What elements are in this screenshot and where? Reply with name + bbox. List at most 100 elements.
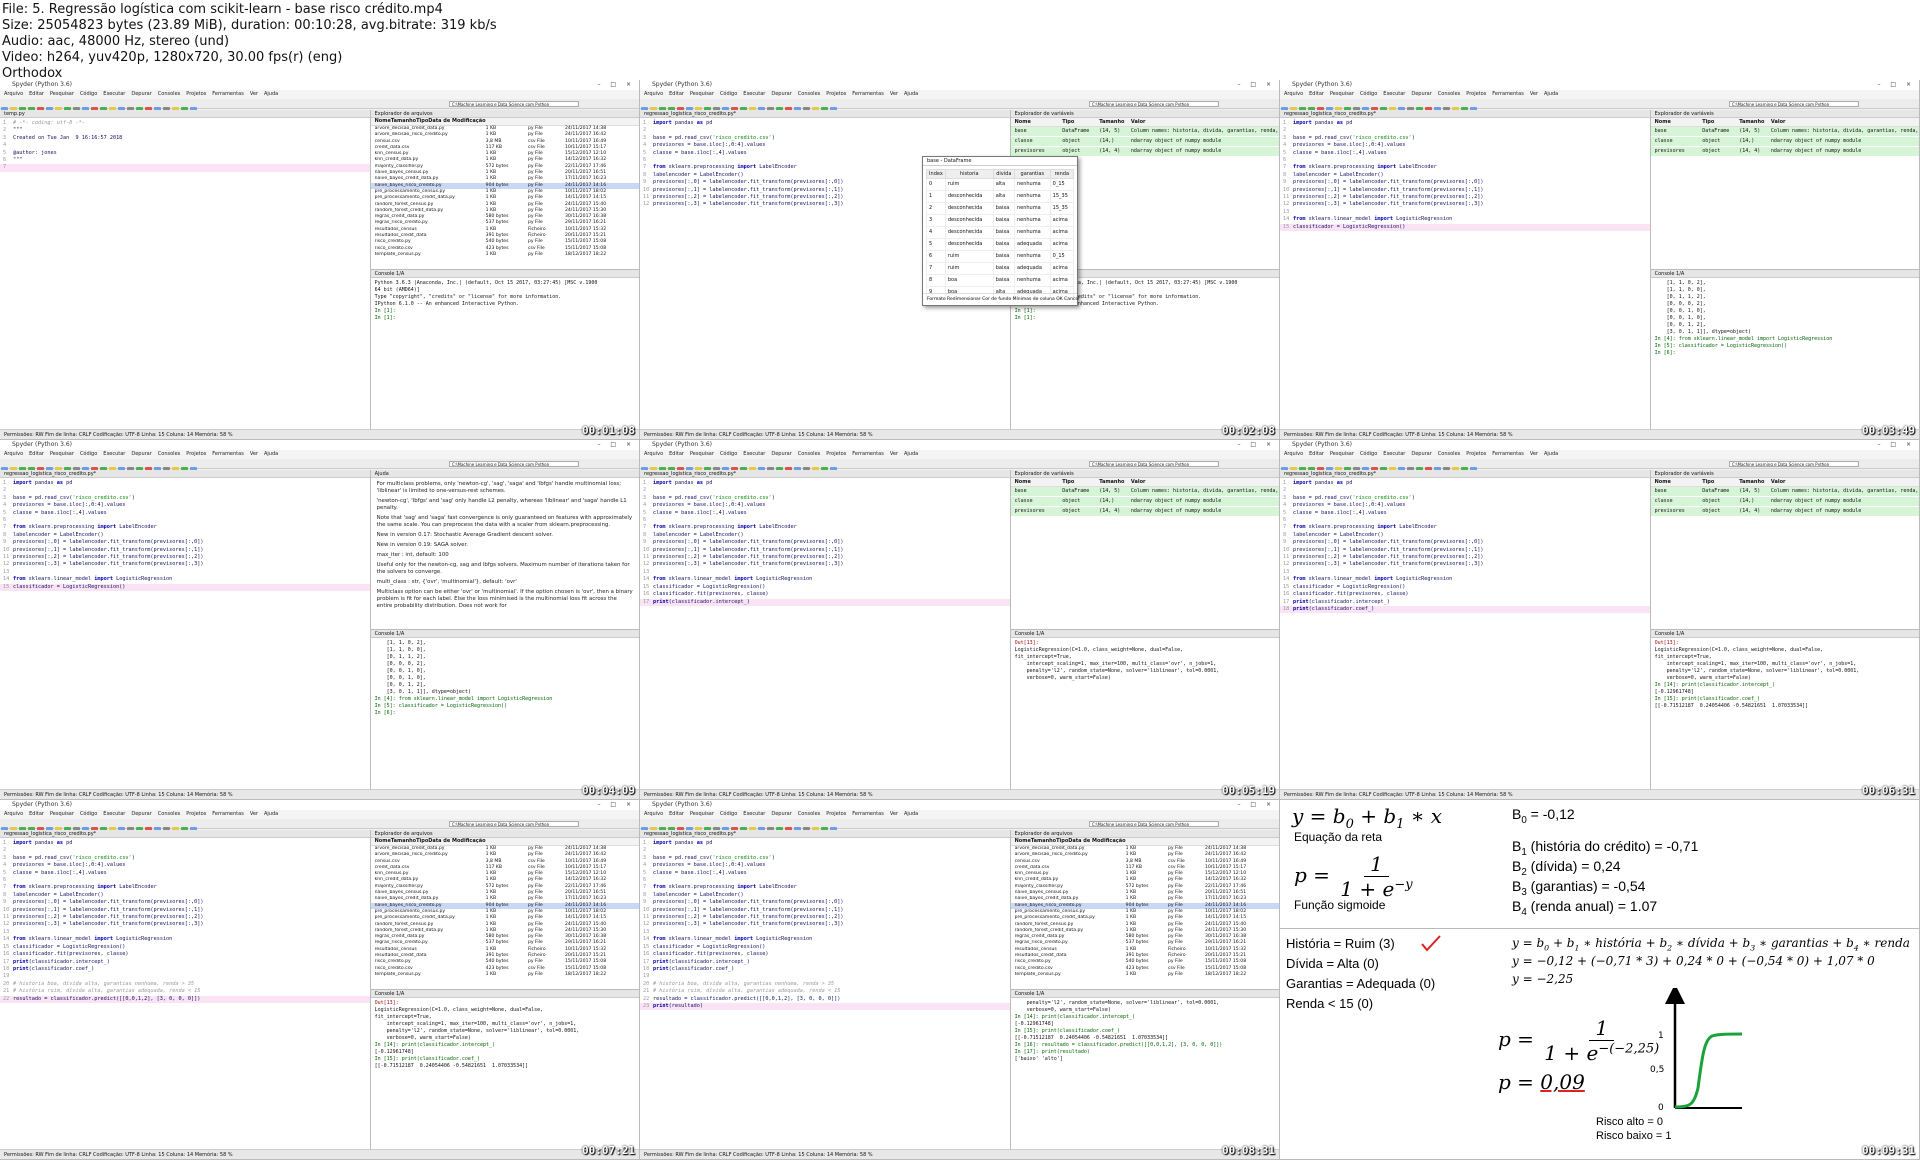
menu-item[interactable]: Editar — [669, 811, 684, 817]
working-directory-input[interactable]: C:\Machine Learning e Data Science com P… — [449, 821, 579, 827]
working-directory-input[interactable]: C:\Machine Learning e Data Science com P… — [1729, 461, 1859, 467]
ipython-console[interactable]: penalty='l2', random_state=None, solver=… — [1011, 998, 1279, 1065]
editor-tab[interactable]: regressao_logistica_risco_credito.py* — [640, 110, 1010, 118]
menu-item[interactable]: Ajuda — [1544, 91, 1558, 97]
menu-item[interactable]: Arquivo — [4, 811, 23, 817]
menu-item[interactable]: Editar — [1309, 91, 1324, 97]
dataframe-row[interactable]: 8 boa baixa nenhuma acima — [926, 274, 1075, 287]
menu-item[interactable]: Projetos — [1466, 91, 1486, 97]
menu-item[interactable]: Depurar — [1411, 91, 1431, 97]
working-directory-input[interactable]: C:\Machine Learning e Data Science com P… — [1729, 101, 1859, 107]
menu-item[interactable]: Arquivo — [4, 451, 23, 457]
menu-item[interactable]: Ajuda — [904, 811, 918, 817]
menu-item[interactable]: Depurar — [1411, 451, 1431, 457]
menu-item[interactable]: Projetos — [186, 91, 206, 97]
menu-item[interactable]: Pesquisar — [1330, 451, 1354, 457]
console-tab[interactable]: Console 1/A — [1650, 629, 1919, 638]
editor-tab[interactable]: regressao_logistica_risco_credito.py* — [640, 830, 1010, 838]
editor-tab[interactable]: regressao_logistica_risco_credito.py* — [0, 470, 370, 478]
editor-tab[interactable]: regressao_logistica_risco_credito.py* — [0, 830, 370, 838]
menu-item[interactable]: Ajuda — [264, 451, 278, 457]
menu-item[interactable]: Ajuda — [264, 811, 278, 817]
menu-item[interactable]: Consoles — [1438, 451, 1460, 457]
menu-item[interactable]: Executar — [1383, 91, 1405, 97]
menu-item[interactable]: Ferramentas — [1492, 91, 1524, 97]
variable-row[interactable]: previsores object (14, 4) ndarray object of… — [1650, 147, 1919, 157]
editor-tab[interactable]: regressao_logistica_risco_credito.py* — [640, 470, 1010, 478]
window-controls[interactable]: – □ × — [1237, 440, 1275, 450]
variable-row[interactable]: classe object (14,) ndarray object of numpy… — [1650, 137, 1919, 147]
menu-item[interactable]: Ferramentas — [852, 811, 884, 817]
menu-item[interactable]: Editar — [29, 451, 44, 457]
menu-item[interactable]: Código — [1360, 91, 1377, 97]
dataframe-header[interactable]: garantias — [1013, 169, 1051, 179]
dataframe-header[interactable]: divida — [992, 169, 1015, 179]
file-row[interactable]: template_census.py 1 KB py File 18/12/2017 … — [1011, 972, 1279, 978]
dataframe-row[interactable]: 3 desconhecida baixa nenhuma acima — [926, 214, 1075, 227]
menu-item[interactable]: Pesquisar — [50, 451, 74, 457]
dataframe-header[interactable]: historia — [944, 169, 994, 179]
menu-item[interactable]: Depurar — [131, 811, 151, 817]
code-editor[interactable]: regressao_logistica_risco_credito.py* 1 im… — [1280, 110, 1651, 429]
dataframe-row[interactable]: 2 desconhecida baixa nenhuma 15_35 — [926, 202, 1075, 215]
menu-item[interactable]: Ver — [1530, 451, 1538, 457]
working-directory-input[interactable]: C:\Machine Learning e Data Science com P… — [449, 461, 579, 467]
menu-item[interactable]: Ferramentas — [852, 91, 884, 97]
window-controls[interactable]: – □ × — [1237, 800, 1275, 810]
menu-item[interactable]: Consoles — [158, 451, 180, 457]
window-controls[interactable]: – □ × — [1877, 440, 1915, 450]
menu-item[interactable]: Executar — [743, 451, 765, 457]
variable-row[interactable]: base DataFrame (14, 5) Column names: histor… — [1010, 487, 1279, 497]
menu-item[interactable]: Projetos — [1466, 451, 1486, 457]
editor-tab[interactable]: regressao_logistica_risco_credito.py* — [1280, 110, 1650, 118]
menu-item[interactable]: Pesquisar — [690, 811, 714, 817]
menu-item[interactable]: Editar — [1309, 451, 1324, 457]
menu-item[interactable]: Consoles — [158, 811, 180, 817]
help-tab[interactable]: Ajuda — [370, 470, 639, 478]
menu-item[interactable]: Executar — [743, 811, 765, 817]
menu-item[interactable]: Editar — [669, 91, 684, 97]
console-tab[interactable]: Console 1/A — [1010, 629, 1279, 638]
menu-item[interactable]: Executar — [103, 451, 125, 457]
menu-item[interactable]: Projetos — [186, 451, 206, 457]
menu-item[interactable]: Ferramentas — [212, 811, 244, 817]
menu-item[interactable]: Pesquisar — [690, 451, 714, 457]
variable-row[interactable]: classe object (14,) ndarray object of numpy… — [1650, 497, 1919, 507]
menu-item[interactable]: Pesquisar — [50, 91, 74, 97]
menu-item[interactable]: Ajuda — [904, 91, 918, 97]
ipython-console[interactable]: [1, 1, 0, 2], [1, 1, 0, 0], [0, 1, 1, 2]… — [1651, 278, 1919, 359]
dataframe-row[interactable]: 5 desconhecida baixa adequada acima — [926, 238, 1075, 251]
file-explorer-tab[interactable]: Explorador de arquivos — [370, 110, 639, 118]
variable-row[interactable]: classe object (14,) ndarray object of numpy… — [1010, 497, 1279, 507]
editor-tab[interactable]: regressao_logistica_risco_credito.py* — [1280, 470, 1650, 478]
window-controls[interactable]: – □ × — [597, 800, 635, 810]
variable-explorer-tab[interactable]: Explorador de variáveis — [1650, 110, 1919, 118]
menu-item[interactable]: Código — [80, 91, 97, 97]
menu-item[interactable]: Ajuda — [1544, 451, 1558, 457]
menu-item[interactable]: Ferramentas — [212, 91, 244, 97]
menu-item[interactable]: Depurar — [771, 811, 791, 817]
editor-tab[interactable]: temp.py — [0, 110, 370, 118]
code-editor[interactable]: temp.py 1 # -*- coding: utf-8 -*- 2 """ 3 Crea… — [0, 110, 371, 429]
dataframe-row[interactable]: 7 ruim baixa adequada acima — [926, 262, 1075, 275]
variable-row[interactable]: base DataFrame (14, 5) Column names: histor… — [1650, 127, 1919, 137]
menu-item[interactable]: Código — [80, 451, 97, 457]
file-explorer-tab[interactable]: Explorador de arquivos — [1010, 830, 1279, 838]
menu-item[interactable]: Código — [720, 451, 737, 457]
menu-item[interactable]: Ver — [250, 91, 258, 97]
file-row[interactable]: template_census.py 1 KB py File 18/12/2017 … — [371, 252, 639, 258]
ipython-console[interactable]: [1, 1, 0, 2], [1, 1, 0, 0], [0, 1, 1, 2]… — [371, 638, 639, 719]
menu-item[interactable]: Arquivo — [644, 451, 663, 457]
menu-item[interactable]: Projetos — [826, 451, 846, 457]
menu-item[interactable]: Código — [720, 811, 737, 817]
variable-row[interactable]: base DataFrame (14, 5) Column names: histor… — [1650, 487, 1919, 497]
menu-item[interactable]: Ver — [250, 451, 258, 457]
menu-item[interactable]: Arquivo — [1284, 451, 1303, 457]
ipython-console[interactable]: Out[13]: LogisticRegression(C=1.0, class_… — [371, 998, 639, 1072]
menu-item[interactable]: Consoles — [798, 451, 820, 457]
menu-item[interactable]: Ferramentas — [852, 451, 884, 457]
variable-row[interactable]: base DataFrame (14, 5) Column names: histor… — [1010, 127, 1279, 137]
menu-item[interactable]: Ver — [250, 811, 258, 817]
menu-item[interactable]: Pesquisar — [1330, 91, 1354, 97]
console-tab[interactable]: Console 1/A — [1010, 989, 1279, 998]
